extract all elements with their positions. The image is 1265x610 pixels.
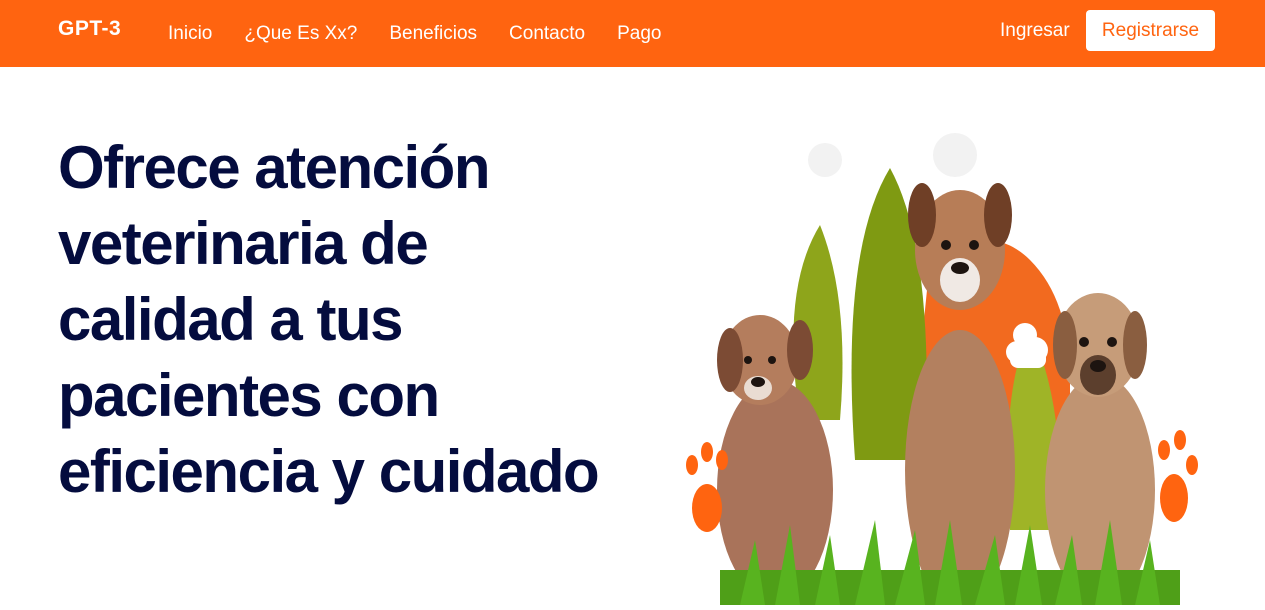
dog-illustration	[1045, 293, 1155, 605]
nav-link-que-es[interactable]: ¿Que Es Xx?	[244, 23, 357, 45]
hero-illustration	[680, 130, 1210, 610]
nav-link-beneficios[interactable]: Beneficios	[389, 23, 477, 45]
dog-illustration	[905, 183, 1015, 610]
login-link[interactable]: Ingresar	[1000, 20, 1070, 42]
hero-title: Ofrece atención veterinaria de calidad a…	[58, 134, 600, 505]
cloud-icon	[808, 133, 977, 177]
nav-link-contacto[interactable]: Contacto	[509, 23, 585, 45]
grass	[720, 520, 1180, 605]
logo[interactable]: GPT-3	[58, 17, 121, 41]
paw-icon	[1158, 430, 1198, 522]
register-button[interactable]: Registrarse	[1086, 10, 1215, 51]
nav-link-pago[interactable]: Pago	[617, 23, 661, 45]
nav-links: Inicio ¿Que Es Xx? Beneficios Contacto P…	[168, 0, 693, 67]
top-navbar: GPT-3 Inicio ¿Que Es Xx? Beneficios Cont…	[0, 0, 1265, 67]
nav-link-inicio[interactable]: Inicio	[168, 23, 212, 45]
